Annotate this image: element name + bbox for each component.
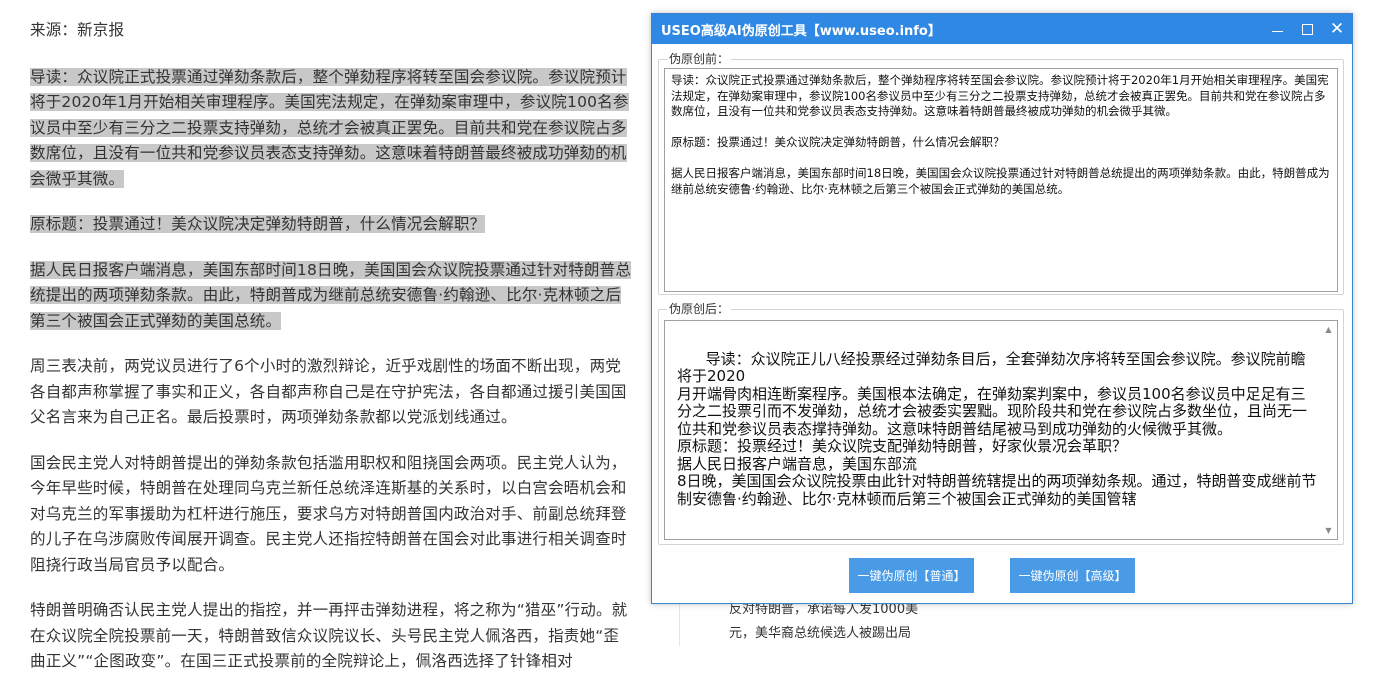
after-group: 伪原创后： 导读：众议院正儿八经投票经过弹劾条目后，全套弹劾次序将转至国会参议院… (658, 301, 1344, 545)
related-links: 反对特朗普，承诺每人发1000美 元，美华裔总统候选人被踢出局 (729, 598, 979, 646)
article-paragraph: 国会民主党人对特朗普提出的弹劾条款包括滥用职权和阻挠国会两项。民主党人认为，今年… (30, 451, 632, 579)
minimize-button[interactable] (1262, 14, 1292, 44)
article-body: 导读：众议院正式投票通过弹劾条款后，整个弹劾程序将转至国会参议院。参议院预计将于… (30, 65, 632, 675)
rewrite-advanced-button[interactable]: 一键伪原创【高级】 (1010, 558, 1135, 593)
article-paragraph: 周三表决前，两党议员进行了6个小时的激烈辩论，近乎戏剧性的场面不断出现，两党各自… (30, 354, 632, 431)
scroll-down-icon[interactable]: ▼ (1320, 522, 1337, 539)
minimize-icon (1271, 30, 1283, 32)
scroll-up-icon[interactable]: ▲ (1320, 321, 1337, 338)
article-paragraph: 据人民日报客户端消息，美国东部时间18日晚，美国国会众议院投票通过针对特朗普总统… (30, 258, 632, 335)
column-divider (679, 600, 680, 646)
close-button[interactable]: ✕ (1322, 14, 1352, 44)
paragraph-text: 导读：众议院正式投票通过弹劾条款后，整个弹劾程序将转至国会参议院。参议院预计将于… (30, 67, 629, 188)
article: 来源：新京报 导读：众议院正式投票通过弹劾条款后，整个弹劾程序将转至国会参议院。… (30, 18, 632, 695)
useo-window: USEO高级AI伪原创工具【www.useo.info】 ✕ 伪原创前： 导读：… (651, 13, 1353, 604)
maximize-icon (1301, 23, 1313, 35)
after-label: 伪原创后： (667, 301, 732, 317)
before-textarea[interactable]: 导读：众议院正式投票通过弹劾条款后，整个弹劾程序将转至国会参议院。参议院预计将于… (664, 68, 1338, 292)
article-source: 来源：新京报 (30, 21, 125, 39)
article-paragraph: 导读：众议院正式投票通过弹劾条款后，整个弹劾程序将转至国会参议院。参议院预计将于… (30, 65, 632, 193)
window-titlebar[interactable]: USEO高级AI伪原创工具【www.useo.info】 ✕ (652, 14, 1352, 44)
maximize-button[interactable] (1292, 14, 1322, 44)
article-paragraph: 原标题：投票通过！美众议院决定弹劾特朗普，什么情况会解职？ (30, 212, 632, 238)
close-icon: ✕ (1329, 19, 1345, 39)
after-textarea[interactable]: 导读：众议院正儿八经投票经过弹劾条目后，全套弹劾次序将转至国会参议院。参议院前瞻… (664, 320, 1338, 540)
after-text: 导读：众议院正儿八经投票经过弹劾条目后，全套弹劾次序将转至国会参议院。参议院前瞻… (677, 349, 1317, 508)
related-link[interactable]: 元，美华裔总统候选人被踢出局 (729, 622, 979, 646)
window-title: USEO高级AI伪原创工具【www.useo.info】 (661, 23, 941, 39)
article-paragraph: 特朗普明确否认民主党人提出的指控，并一再抨击弹劾进程，将之称为“猎巫”行动。就在… (30, 598, 632, 675)
paragraph-text: 据人民日报客户端消息，美国东部时间18日晚，美国国会众议院投票通过针对特朗普总统… (30, 260, 632, 330)
paragraph-text: 国会民主党人对特朗普提出的弹劾条款包括滥用职权和阻挠国会两项。民主党人认为，今年… (30, 453, 627, 574)
rewrite-normal-button[interactable]: 一键伪原创【普通】 (849, 558, 974, 593)
paragraph-text: 特朗普明确否认民主党人提出的指控，并一再抨击弹劾进程，将之称为“猎巫”行动。就在… (30, 601, 628, 670)
after-scrollbar[interactable]: ▲ ▼ (1320, 321, 1337, 539)
before-label: 伪原创前： (667, 51, 732, 67)
paragraph-text: 周三表决前，两党议员进行了6个小时的激烈辩论，近乎戏剧性的场面不断出现，两党各自… (30, 357, 627, 426)
before-group: 伪原创前： 导读：众议院正式投票通过弹劾条款后，整个弹劾程序将转至国会参议院。参… (658, 51, 1344, 295)
paragraph-text: 原标题：投票通过！美众议院决定弹劾特朗普，什么情况会解职？ (30, 215, 486, 233)
